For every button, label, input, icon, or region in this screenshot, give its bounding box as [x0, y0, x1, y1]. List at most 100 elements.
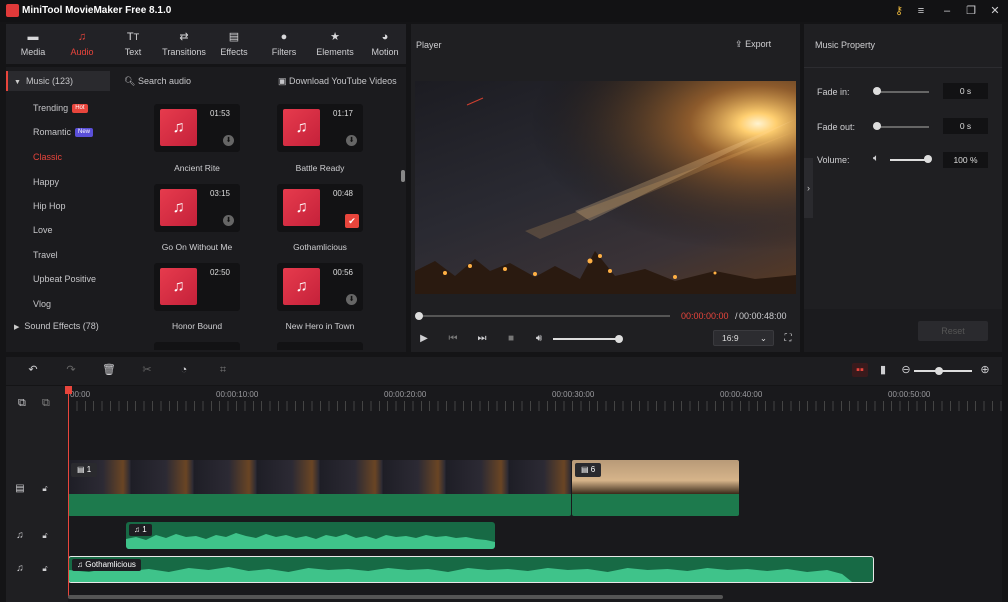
music-group-header[interactable]: ▼ Music (123) — [6, 71, 110, 91]
video-preview — [415, 81, 796, 294]
tab-audio[interactable]: ♫ Audio — [57, 24, 107, 64]
track-card[interactable] — [154, 342, 240, 350]
track-card[interactable]: ♫ 01:17 ⬇ — [277, 104, 363, 152]
playhead[interactable] — [68, 386, 69, 598]
volume-slider[interactable] — [553, 338, 619, 340]
aspect-ratio-select[interactable]: 16:9 ⌄ — [713, 330, 774, 346]
volume-value[interactable]: 100 % — [943, 152, 988, 168]
maximize-icon[interactable]: ❐ — [961, 3, 981, 19]
speed-icon[interactable]: ◔ — [177, 363, 191, 377]
fade-out-value[interactable]: 0 s — [943, 118, 988, 134]
hot-badge: Hot — [72, 104, 88, 114]
category-love[interactable]: Love — [6, 220, 110, 240]
fade-out-slider[interactable] — [877, 126, 929, 128]
audio-clip-label: Gothamlicious — [85, 560, 136, 569]
previous-frame-icon[interactable]: ⏮ — [447, 333, 459, 345]
next-frame-icon[interactable]: ⏭ — [476, 333, 488, 345]
download-icon[interactable]: ⬇ — [223, 135, 234, 146]
zoom-out-icon[interactable]: ⊖ — [899, 363, 913, 377]
search-audio[interactable]: 🔍︎ Search audio — [124, 76, 191, 87]
lock-icon[interactable]: 🔓︎ — [40, 530, 50, 542]
crop-icon[interactable]: ⌗ — [216, 363, 230, 377]
tab-media[interactable]: ▬ Media — [8, 24, 58, 64]
download-youtube-link[interactable]: ▣ Download YouTube Videos — [278, 76, 397, 87]
timeline-scrollbar[interactable] — [68, 595, 723, 599]
fade-in-slider[interactable] — [877, 91, 929, 93]
download-icon[interactable]: ⬇ — [346, 135, 357, 146]
clip-index: 6 — [590, 465, 596, 474]
tab-effects[interactable]: ▤ Effects — [209, 24, 259, 64]
reset-button[interactable]: Reset — [918, 321, 988, 341]
ruler-label: 00:00:20:00 — [384, 390, 427, 399]
undo-icon[interactable]: ↶ — [26, 363, 40, 377]
key-icon[interactable]: ⚷ — [889, 3, 909, 19]
snap-icon[interactable]: ▪▪ — [852, 363, 868, 377]
caret-down-icon: ▼ — [14, 79, 21, 86]
category-upbeat-positive[interactable]: Upbeat Positive — [6, 269, 110, 289]
tab-transitions[interactable]: ⇄ Transitions — [159, 24, 209, 64]
track-card[interactable]: ♫ 03:15 ⬇ — [154, 184, 240, 232]
track-duration: 02:50 — [209, 268, 230, 277]
library-scrollbar[interactable] — [401, 170, 405, 182]
audio-clip-selected[interactable]: ♫ Gothamlicious — [68, 556, 874, 583]
lock-icon[interactable]: 🔓︎ — [40, 483, 50, 495]
check-icon[interactable]: ✔ — [345, 214, 359, 228]
fade-out-handle[interactable] — [873, 122, 881, 130]
category-vlog[interactable]: Vlog — [6, 294, 110, 314]
track-title: New Hero in Town — [285, 321, 355, 331]
category-trending[interactable]: Trending Hot — [6, 98, 110, 118]
playback-handle[interactable] — [415, 312, 423, 320]
export-button[interactable]: ⇪ Export — [735, 39, 771, 50]
property-volume-slider[interactable] — [890, 159, 928, 161]
lock-icon[interactable]: 🔓︎ — [40, 563, 50, 575]
track-card[interactable]: ♫ 02:50 — [154, 263, 240, 311]
zoom-handle[interactable] — [935, 367, 943, 375]
property-volume-handle[interactable] — [924, 155, 932, 163]
tab-filters[interactable]: ● Filters — [259, 24, 309, 64]
split-icon[interactable]: ✂ — [140, 363, 154, 377]
download-icon[interactable]: ⬇ — [223, 215, 234, 226]
tab-elements[interactable]: ★ Elements — [310, 24, 360, 64]
tab-motion[interactable]: ◕ Motion — [360, 24, 410, 64]
audio-clip[interactable]: ♫ 1 — [126, 522, 495, 549]
music-property-panel — [804, 24, 1002, 352]
menu-icon[interactable]: ≡ — [911, 3, 931, 19]
time-ruler[interactable] — [68, 401, 1002, 411]
playhead-handle[interactable] — [65, 386, 72, 394]
collapse-panel-button[interactable]: › — [804, 158, 813, 218]
category-hip-hop[interactable]: Hip Hop — [6, 196, 110, 216]
track-card[interactable] — [277, 342, 363, 350]
volume-handle[interactable] — [615, 335, 623, 343]
minimize-icon[interactable]: – — [937, 3, 957, 19]
close-icon[interactable]: ✕ — [985, 3, 1005, 19]
redo-icon[interactable]: ↷ — [64, 363, 78, 377]
video-clip[interactable]: ▤ 1 — [68, 460, 571, 516]
music-note-icon: ♫ — [160, 189, 197, 226]
zoom-in-icon[interactable]: ⊕ — [978, 363, 992, 377]
track-card[interactable]: ♫ 00:56 ⬇ — [277, 263, 363, 311]
fit-icon[interactable]: ▮ — [876, 363, 890, 377]
category-classic[interactable]: Classic — [6, 147, 110, 167]
category-happy[interactable]: Happy — [6, 172, 110, 192]
category-travel[interactable]: Travel — [6, 245, 110, 265]
fade-in-handle[interactable] — [873, 87, 881, 95]
add-track-icon[interactable]: ⧉ — [18, 397, 26, 410]
waveform — [126, 533, 495, 549]
track-card[interactable]: ♫ 01:53 ⬇ — [154, 104, 240, 152]
video-clip[interactable]: ▤ 6 — [572, 460, 739, 516]
fullscreen-icon[interactable]: ⛶ — [782, 333, 794, 345]
volume-icon[interactable]: 🔊︎ — [533, 333, 545, 345]
stop-icon[interactable]: ■ — [505, 333, 517, 345]
download-icon[interactable]: ⬇ — [346, 294, 357, 305]
category-romantic[interactable]: Romantic New — [6, 122, 110, 142]
playback-progress[interactable] — [418, 315, 670, 317]
zoom-slider[interactable] — [914, 370, 972, 372]
track-card[interactable]: ♫ 00:48 ✔ — [277, 184, 363, 232]
sound-effects-group[interactable]: ▶ Sound Effects (78) — [6, 316, 110, 336]
track-manager-icon[interactable]: ⧉ — [42, 397, 50, 410]
delete-icon[interactable]: 🗑︎ — [102, 363, 116, 377]
fade-in-value[interactable]: 0 s — [943, 83, 988, 99]
music-note-icon: ♫ — [283, 268, 320, 305]
play-icon[interactable]: ▶ — [418, 333, 430, 345]
tab-text[interactable]: TT Text — [108, 24, 158, 64]
